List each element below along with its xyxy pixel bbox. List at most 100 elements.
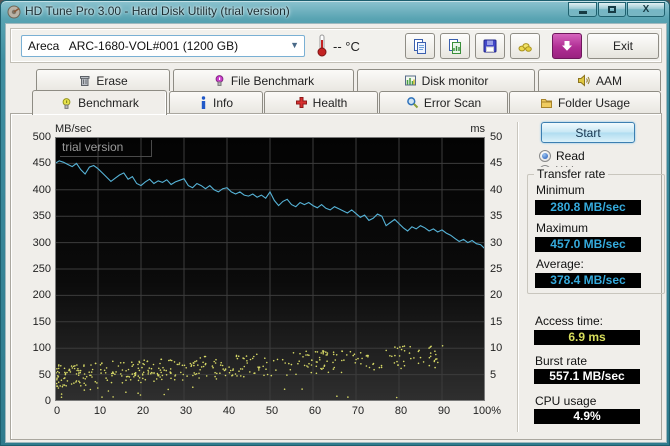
exit-button[interactable]: Exit: [587, 33, 659, 59]
average-value: 378.4 MB/sec: [535, 273, 641, 288]
plot-area: trial version: [55, 137, 485, 401]
client-area: Areca ARC-1680-VOL#001 (1200 GB) ▼ -- °C: [5, 23, 667, 443]
hand-coins-icon: [518, 43, 532, 52]
axis-tick-label: 45: [490, 157, 503, 170]
benchmark-chart: MB/sec ms trial version 500 450 400 350 …: [11, 114, 523, 441]
exit-label: Exit: [612, 39, 633, 53]
tab-label: Error Scan: [423, 95, 482, 110]
axis-tick-label: 40: [222, 405, 236, 417]
app-icon: [7, 5, 21, 19]
minimum-value: 280.8 MB/sec: [535, 200, 641, 215]
speaker-icon: [577, 74, 590, 87]
axis-tick-label: 20: [136, 405, 150, 417]
temperature-value: -- °C: [333, 39, 360, 54]
close-button[interactable]: X: [627, 2, 665, 17]
trial-watermark: trial version: [60, 140, 153, 157]
axis-tick-label: 50: [38, 368, 51, 381]
save-button[interactable]: [475, 33, 505, 59]
drive-select[interactable]: Areca ARC-1680-VOL#001 (1200 GB) ▼: [21, 35, 305, 57]
minimize-icon: [578, 10, 587, 14]
download-arrow-icon: [562, 41, 572, 51]
tab-label: File Benchmark: [230, 73, 315, 88]
tab-label: Erase: [96, 73, 128, 88]
average-label: Average:: [536, 257, 584, 271]
close-icon: X: [642, 3, 650, 15]
axis-tick-label: 100: [32, 342, 51, 355]
tab-health[interactable]: Health: [264, 91, 378, 113]
axis-tick-label: 80: [394, 405, 408, 417]
window-title: HD Tune Pro 3.00 - Hard Disk Utility (tr…: [25, 4, 290, 18]
tab-file-benchmark[interactable]: File Benchmark: [173, 69, 354, 91]
copy-image-icon: [449, 39, 461, 54]
app-window: HD Tune Pro 3.00 - Hard Disk Utility (tr…: [0, 0, 670, 446]
axis-tick-label: 0: [53, 405, 61, 417]
burst-rate-value: 557.1 MB/sec: [534, 369, 640, 384]
read-radio[interactable]: Read: [539, 149, 585, 163]
drive-select-value: Areca ARC-1680-VOL#001 (1200 GB): [28, 39, 239, 53]
update-download-button[interactable]: [552, 33, 582, 59]
copy-image-button[interactable]: [440, 33, 470, 59]
options-button[interactable]: [510, 33, 540, 59]
axis-tick-label: 60: [308, 405, 322, 417]
magnifier-icon: [406, 97, 419, 109]
axis-tick-label: 150: [32, 315, 51, 328]
save-icon: [483, 39, 497, 53]
folder-icon: [540, 99, 552, 108]
tab-label: Health: [312, 95, 348, 110]
title-bar[interactable]: HD Tune Pro 3.00 - Hard Disk Utility (tr…: [1, 1, 669, 23]
tab-label: AAM: [595, 73, 622, 88]
minimize-button[interactable]: [568, 2, 597, 17]
axis-tick-label: 5: [490, 368, 497, 381]
tab-disk-monitor[interactable]: Disk monitor: [357, 69, 535, 91]
chevron-down-icon: ▼: [290, 40, 299, 50]
axis-tick-label: 25: [490, 263, 503, 275]
axis-tick-label: 450: [32, 157, 51, 170]
axis-tick-label: 250: [32, 263, 51, 275]
tab-benchmark[interactable]: Benchmark: [32, 90, 167, 115]
thermometer-icon: [317, 34, 327, 57]
axis-tick-label: 10: [490, 342, 503, 355]
axis-tick-label: 300: [32, 236, 51, 249]
axis-tick-label: 40: [490, 183, 503, 196]
yellow-bulb-icon: [62, 97, 71, 109]
minimum-label: Minimum: [536, 183, 585, 197]
axis-tick-label: 30: [179, 405, 193, 417]
maximum-value: 457.0 MB/sec: [535, 237, 641, 252]
tab-erase[interactable]: Erase: [36, 69, 170, 91]
axis-tick-label: 70: [351, 405, 365, 417]
cpu-usage-label: CPU usage: [535, 394, 597, 408]
axis-tick-label: 30: [490, 236, 503, 249]
cpu-usage-value: 4.9%: [534, 409, 640, 424]
tab-error-scan[interactable]: Error Scan: [379, 91, 508, 113]
tab-label: Folder Usage: [557, 95, 631, 110]
access-time-value: 6.9 ms: [534, 330, 640, 345]
maximize-button[interactable]: [598, 2, 626, 17]
info-icon: [201, 96, 206, 109]
axis-tick-label: 50: [490, 131, 503, 143]
tab-info[interactable]: Info: [169, 91, 263, 113]
axis-tick-label: 100%: [472, 405, 502, 417]
tab-aam[interactable]: AAM: [538, 69, 661, 91]
transfer-rate-group: Transfer rate Minimum 280.8 MB/sec Maxim…: [527, 167, 665, 294]
tab-label: Disk monitor: [421, 73, 489, 88]
axis-tick-label: 350: [32, 210, 51, 223]
axis-tick-label: 15: [490, 315, 503, 328]
axis-tick-label: 500: [32, 131, 51, 143]
copy-text-button[interactable]: [405, 33, 435, 59]
tab-label: Benchmark: [78, 96, 139, 110]
copy-icon: [414, 39, 426, 54]
start-button[interactable]: Start: [541, 122, 635, 143]
start-label: Start: [575, 125, 601, 140]
transfer-rate-group-label: Transfer rate: [534, 167, 609, 181]
right-axis-title: ms: [470, 123, 485, 135]
axis-tick-label: 400: [32, 183, 51, 196]
burst-rate-label: Burst rate: [535, 354, 588, 368]
benchmark-content: MB/sec ms trial version 500 450 400 350 …: [10, 113, 665, 441]
axis-tick-label: 50: [265, 405, 279, 417]
stats-panel: Start Read Write Transfer rate Minimum 2…: [519, 114, 665, 441]
toolbar: Areca ARC-1680-VOL#001 (1200 GB) ▼ -- °C: [10, 28, 662, 63]
purple-bulb-icon: [215, 75, 224, 86]
radio-selected-icon: [539, 150, 551, 162]
maximum-label: Maximum: [536, 221, 589, 235]
tab-folder-usage[interactable]: Folder Usage: [509, 91, 661, 113]
